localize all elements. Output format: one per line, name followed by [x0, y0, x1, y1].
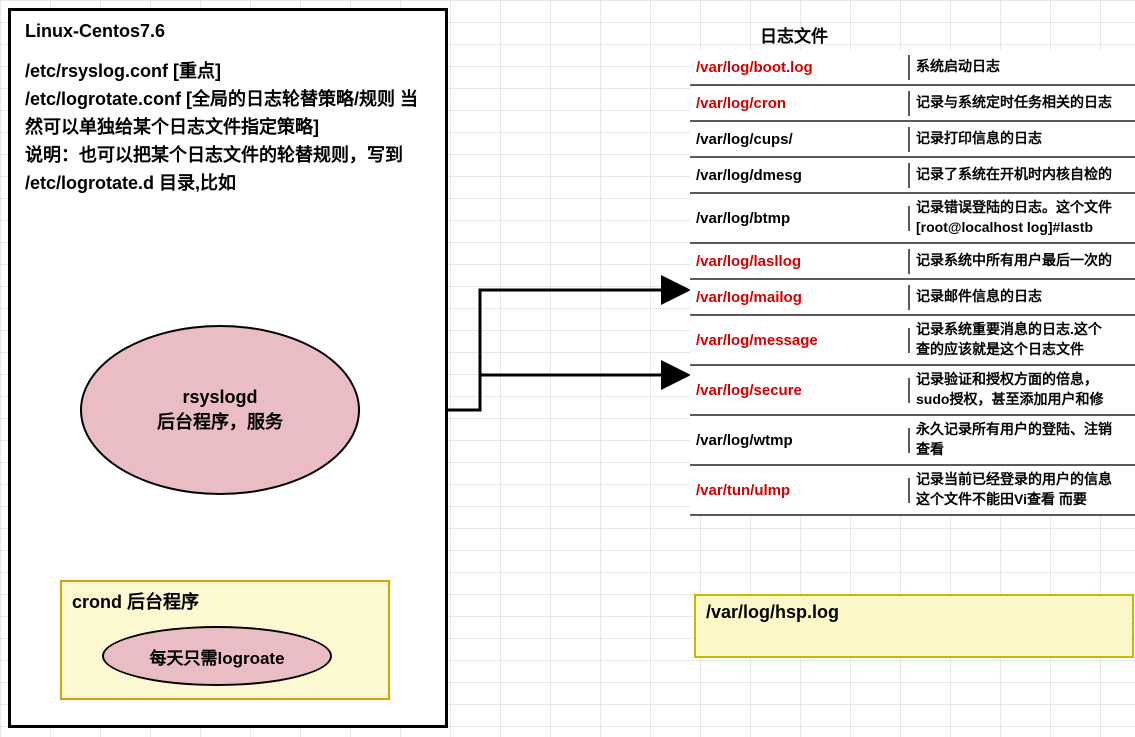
config-line3: 说明：也可以把某个日志文件的轮替规则，写到 /etc/logrotate.d 目… [25, 142, 431, 198]
crond-box: crond 后台程序 每天只需logroate [60, 580, 390, 700]
hsp-log-text: /var/log/hsp.log [706, 602, 839, 622]
log-file-path: /var/log/cron [690, 91, 910, 116]
table-row: /var/log/dmesg记录了系统在开机时内核自检的 [690, 158, 1135, 194]
log-file-path: /var/log/message [690, 328, 910, 353]
table-row: /var/log/btmp记录错误登陆的日志。这个文件[root@localho… [690, 194, 1135, 244]
log-file-path: /var/log/boot.log [690, 55, 910, 80]
log-table: /var/log/boot.log系统启动日志/var/log/cron记录与系… [690, 50, 1135, 516]
log-file-desc: 记录系统重要消息的日志.这个查的应该就是这个日志文件 [910, 316, 1135, 363]
table-row: /var/tun/ulmp记录当前已经登录的用户的信息这个文件不能田Vi查看 而… [690, 466, 1135, 516]
log-file-desc: 记录了系统在开机时内核自检的 [910, 161, 1135, 189]
log-file-desc: 记录邮件信息的日志 [910, 283, 1135, 311]
hsp-log-box: /var/log/hsp.log [694, 594, 1134, 658]
table-row: /var/log/cups/记录打印信息的日志 [690, 122, 1135, 158]
config-text: /etc/rsyslog.conf [重点] /etc/logrotate.co… [25, 58, 431, 197]
crond-title: crond 后台程序 [72, 588, 378, 614]
log-file-path: /var/tun/ulmp [690, 478, 910, 503]
rsyslogd-label1: rsyslogd [182, 387, 257, 408]
table-row: /var/log/lasllog记录系统中所有用户最后一次的 [690, 244, 1135, 280]
log-file-path: /var/log/dmesg [690, 163, 910, 188]
table-row: /var/log/message记录系统重要消息的日志.这个查的应该就是这个日志… [690, 316, 1135, 366]
config-line2: /etc/logrotate.conf [全局的日志轮替策略/规则 当然可以单独… [25, 86, 431, 142]
log-file-desc: 记录打印信息的日志 [910, 125, 1135, 153]
rsyslogd-node: rsyslogd 后台程序，服务 [80, 325, 360, 495]
log-file-desc: 记录系统中所有用户最后一次的 [910, 247, 1135, 275]
table-row: /var/Iog/mailog记录邮件信息的日志 [690, 280, 1135, 316]
main-title: Linux-Centos7.6 [25, 21, 431, 42]
log-file-desc: 系统启动日志 [910, 53, 1135, 81]
log-file-path: /var/log/wtmp [690, 428, 910, 453]
log-file-path: /var/log/btmp [690, 206, 910, 231]
log-file-desc: 记录错误登陆的日志。这个文件[root@localhost log]#lastb [910, 194, 1135, 241]
log-file-path: /var/log/secure [690, 378, 910, 403]
table-row: /var/log/cron记录与系统定时任务相关的日志 [690, 86, 1135, 122]
table-row: /var/log/boot.log系统启动日志 [690, 50, 1135, 86]
table-row: /var/log/wtmp永久记录所有用户的登陆、注销查看 [690, 416, 1135, 466]
log-file-path: /var/Iog/mailog [690, 285, 910, 310]
log-file-desc: 永久记录所有用户的登陆、注销查看 [910, 416, 1135, 463]
table-header: 日志文件 [760, 22, 828, 47]
config-line1: /etc/rsyslog.conf [重点] [25, 58, 431, 86]
table-row: /var/log/secure记录验证和授权方面的倍息，sudo授权，甚至添加用… [690, 366, 1135, 416]
log-file-path: /var/log/lasllog [690, 249, 910, 274]
log-file-desc: 记录验证和授权方面的倍息，sudo授权，甚至添加用户和修 [910, 366, 1135, 413]
rsyslogd-label2: 后台程序，服务 [157, 408, 283, 434]
log-file-desc: 记录与系统定时任务相关的日志 [910, 89, 1135, 117]
crond-ellipse-label: 每天只需logroate [149, 644, 284, 669]
log-file-path: /var/log/cups/ [690, 127, 910, 152]
log-file-desc: 记录当前已经登录的用户的信息这个文件不能田Vi查看 而要 [910, 466, 1135, 513]
crond-ellipse: 每天只需logroate [102, 626, 332, 686]
